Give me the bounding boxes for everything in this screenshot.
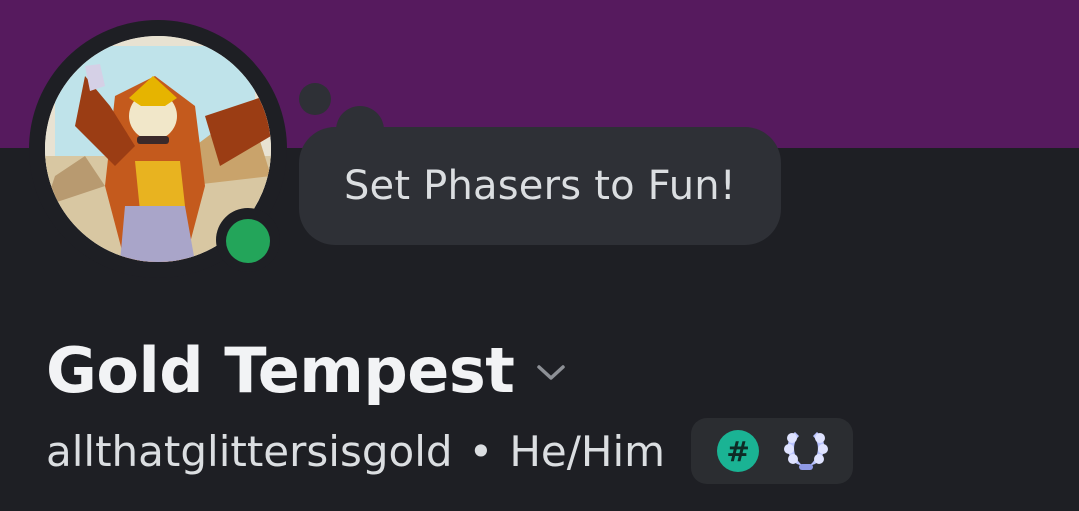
pronouns: He/Him [509, 426, 666, 476]
custom-status-text: Set Phasers to Fun! [343, 163, 737, 209]
badge-list: # [691, 418, 854, 484]
custom-status-bubble[interactable]: Set Phasers to Fun! [299, 127, 781, 245]
hash-badge-icon[interactable]: # [717, 430, 760, 472]
display-name: Gold Tempest [46, 333, 515, 407]
laurel-badge-icon[interactable] [781, 426, 831, 476]
chevron-down-icon[interactable] [536, 363, 566, 383]
separator-dot: • [468, 426, 494, 476]
username: allthatglittersisgold [46, 426, 453, 476]
display-name-row: Gold Tempest [46, 330, 566, 410]
thought-bubble-dot-small [299, 83, 331, 115]
profile-meta-row: allthatglittersisgold • He/Him # [46, 416, 854, 486]
online-status-indicator [226, 219, 270, 263]
